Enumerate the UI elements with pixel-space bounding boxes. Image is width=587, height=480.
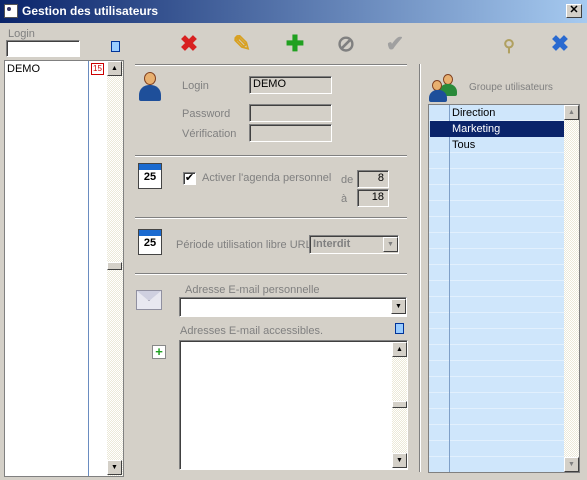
login-search-input[interactable] (6, 40, 80, 57)
calendar-icon: 25 (138, 229, 162, 255)
validate-button[interactable]: ✔ (380, 30, 410, 58)
verification-field[interactable] (249, 124, 332, 142)
scroll-down-button[interactable]: ▼ (392, 453, 407, 468)
pencil-icon: ✎ (232, 31, 252, 56)
login-field[interactable]: DEMO (249, 76, 332, 94)
scroll-down-button[interactable]: ▼ (107, 460, 122, 475)
personal-email-select[interactable] (179, 297, 407, 317)
column-divider (449, 105, 450, 472)
blue-x-icon: ✖ (550, 31, 570, 56)
agenda-checkbox[interactable]: ✔ (183, 172, 196, 185)
calendar-flag-icon: 15 (91, 63, 104, 75)
url-period-label: Période utilisation libre URL (176, 239, 312, 251)
scroll-up-button[interactable]: ▲ (564, 105, 579, 120)
password-field[interactable] (249, 104, 332, 122)
groups-scrollbar[interactable] (564, 105, 579, 472)
verification-label: Vérification (182, 128, 237, 140)
user-row-login[interactable]: DEMO (7, 63, 40, 75)
hours-to-label: à (341, 193, 348, 205)
group-row[interactable]: Marketing (450, 121, 564, 137)
scroll-up-button[interactable]: ▲ (107, 61, 122, 76)
window-title: Gestion des utilisateurs (22, 4, 159, 18)
scroll-thumb[interactable] (392, 401, 407, 408)
groups-table[interactable] (428, 104, 580, 473)
scroll-up-button[interactable]: ▲ (392, 342, 407, 357)
user-group-icon (429, 72, 463, 102)
section-separator (135, 217, 407, 219)
tool-button[interactable]: ⚲ (494, 32, 524, 60)
accessible-emails-label: Adresses E-mail accessibles. (180, 325, 324, 337)
cancel-button[interactable]: ⊘ (331, 30, 361, 58)
window-close-button[interactable]: ✕ (566, 4, 582, 18)
add-button[interactable]: ✚ (280, 30, 310, 58)
login-search-label: Login (8, 28, 35, 40)
chevron-down-icon[interactable]: ▼ (383, 237, 398, 252)
cancel-icon: ⊘ (336, 31, 356, 56)
group-row[interactable]: Tous (450, 137, 564, 153)
red-x-icon: ✖ (179, 31, 199, 56)
check-icon: ✔ (385, 31, 405, 56)
agenda-checkbox-label[interactable]: Activer l'agenda personnel (202, 172, 331, 184)
personal-email-label: Adresse E-mail personnelle (185, 284, 320, 296)
login-label: Login (182, 80, 209, 92)
app-icon (4, 4, 18, 18)
wand-icon: ⚲ (503, 38, 515, 55)
section-separator (135, 64, 407, 66)
accessible-emails-list[interactable] (179, 340, 408, 470)
user-avatar-icon (138, 72, 162, 102)
hours-from-field[interactable]: 8 (357, 170, 389, 188)
password-label: Password (182, 108, 231, 120)
calendar-icon: 25 (138, 163, 162, 189)
edit-button[interactable]: ✎ (227, 30, 257, 58)
list-filter-icon[interactable] (395, 323, 404, 334)
groups-header: Groupe utilisateurs (469, 82, 553, 93)
hours-to-field[interactable]: 18 (357, 189, 389, 207)
delete-button[interactable]: ✖ (174, 30, 204, 58)
chevron-down-icon[interactable]: ▼ (391, 299, 406, 314)
close-form-button[interactable]: ✖ (545, 30, 575, 58)
panel-separator (419, 64, 421, 472)
list-filter-icon[interactable] (111, 41, 120, 52)
scroll-down-button[interactable]: ▼ (564, 457, 579, 472)
section-separator (135, 273, 407, 275)
group-row[interactable]: Direction (450, 105, 564, 121)
scroll-thumb[interactable] (107, 262, 122, 270)
section-separator (135, 155, 407, 157)
user-list[interactable] (4, 60, 124, 477)
column-divider (88, 61, 89, 476)
envelope-icon (136, 290, 162, 310)
add-email-icon[interactable]: + (152, 345, 166, 359)
green-plus-icon: ✚ (285, 31, 305, 56)
hours-from-label: de (341, 174, 354, 186)
